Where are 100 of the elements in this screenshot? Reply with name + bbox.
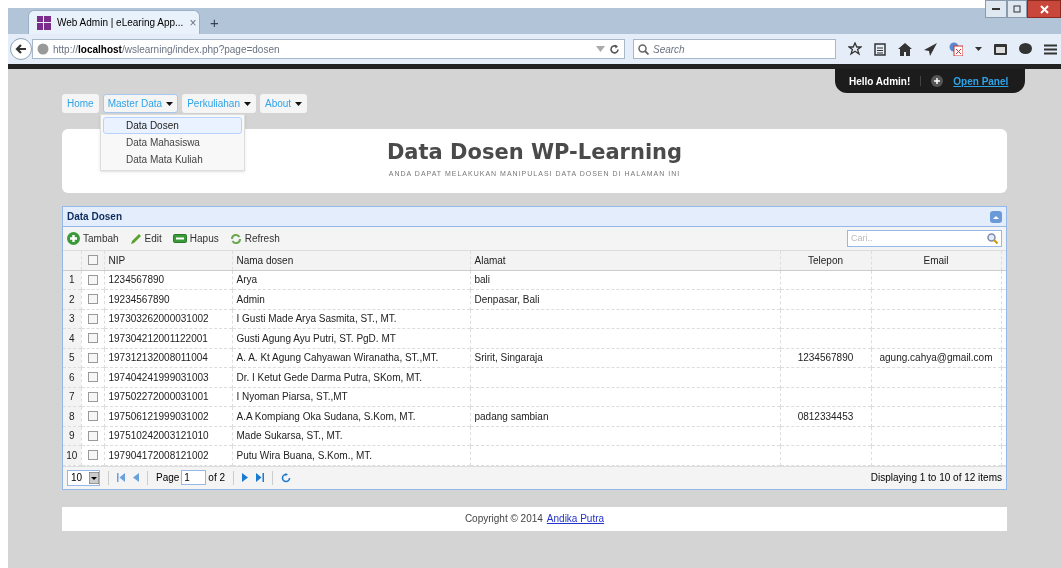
reload-icon[interactable] [609, 43, 620, 55]
table-cell: Putu Wira Buana, S.Kom., MT. [232, 445, 470, 465]
page-count: of 2 [208, 471, 226, 485]
page-label: Page [156, 471, 180, 485]
next-page-icon[interactable] [242, 473, 249, 482]
toolbar-button[interactable]: Refresh [229, 231, 280, 246]
pencil-icon [129, 232, 142, 245]
table-cell: Arya [232, 270, 470, 290]
search-field[interactable]: Search [633, 39, 836, 59]
tab-title: Web Admin | eLearing App... [57, 16, 184, 30]
clipboard-icon[interactable] [874, 42, 886, 56]
page-number-field[interactable]: 1 [181, 470, 207, 485]
row-number: 10 [63, 445, 81, 465]
author-link[interactable]: Andika Putra [546, 511, 605, 526]
table-cell: 197303262000031002 [104, 309, 232, 329]
table-cell: Denpasar, Bali [470, 289, 780, 309]
table-cell: 19234567890 [104, 289, 232, 309]
minimize-icon [992, 7, 1000, 11]
dropdown-item[interactable]: Data Mata Kuliah [103, 151, 242, 168]
row-number: 9 [63, 426, 81, 446]
table-cell: 197506121999031002 [104, 406, 232, 426]
back-arrow-icon [15, 43, 27, 55]
column-header[interactable]: Alamat [470, 251, 780, 270]
table-cell: 197904172008121002 [104, 445, 232, 465]
browser-tab[interactable]: Web Admin | eLearing App... × [28, 10, 200, 34]
dropdown-item[interactable]: Data Mahasiswa [103, 134, 242, 151]
table-cell: 1234567890 [104, 270, 232, 290]
table-cell: 197404241999031003 [104, 367, 232, 387]
back-button[interactable] [10, 38, 32, 60]
checkbox[interactable] [87, 411, 98, 422]
table-cell: Made Sukarsa, ST., MT. [232, 426, 470, 446]
table-cell: 197312132008011004 [104, 348, 232, 368]
column-header[interactable]: Nama dosen [232, 251, 470, 270]
pdf-icon[interactable] [949, 42, 963, 56]
row-number: 7 [63, 387, 81, 407]
checkbox[interactable] [87, 313, 98, 324]
page-size-select[interactable]: 10 [67, 469, 100, 486]
window-icon[interactable] [994, 43, 1007, 55]
table-cell: Dr. I Ketut Gede Darma Putra, SKom, MT. [232, 367, 470, 387]
refresh-icon [229, 232, 242, 245]
minus-icon [172, 234, 187, 243]
last-page-icon[interactable] [256, 473, 265, 482]
caret-icon [89, 471, 99, 484]
greeting-text: Hello Admin! [849, 74, 911, 89]
menu-icon[interactable] [1044, 43, 1057, 55]
table-cell: 0812334453 [780, 406, 871, 426]
checkbox[interactable] [87, 294, 98, 305]
pagination-info: Displaying 1 to 10 of 12 items [870, 471, 1002, 485]
checkbox[interactable] [87, 352, 98, 363]
caret-icon[interactable] [975, 47, 982, 51]
row-number: 5 [63, 348, 81, 368]
row-number: 8 [63, 406, 81, 426]
checkbox[interactable] [87, 255, 98, 266]
column-header[interactable]: Telepon [780, 251, 871, 270]
table-cell: Gusti Agung Ayu Putri, ST. PgD. MT [232, 328, 470, 348]
checkbox[interactable] [87, 430, 98, 441]
table-cell: Admin [232, 289, 470, 309]
table-cell: agung.cahya@gmail.com [871, 348, 1001, 368]
checkbox[interactable] [87, 372, 98, 383]
previous-page-icon[interactable] [133, 473, 139, 482]
new-tab-button[interactable]: + [210, 15, 219, 30]
first-page-icon[interactable] [117, 473, 125, 482]
dropdown-icon[interactable] [596, 46, 605, 52]
table-cell: 197502272000031001 [104, 387, 232, 407]
checkbox[interactable] [87, 333, 98, 344]
url-field[interactable]: http://localhost/wslearning/index.php?page=dosen [32, 39, 625, 59]
row-number: 4 [63, 328, 81, 348]
table-cell: I Gusti Made Arya Sasmita, ST., MT. [232, 309, 470, 329]
table-cell: I Nyoman Piarsa, ST.,MT [232, 387, 470, 407]
checkbox[interactable] [87, 274, 98, 285]
table-cell: padang sambian [470, 406, 780, 426]
table-cell: 1234567890 [780, 348, 871, 368]
toolbar-button[interactable]: Tambah [67, 231, 119, 246]
table-cell: Sririt, Singaraja [470, 348, 780, 368]
plus-icon[interactable] [931, 75, 944, 87]
reload-icon[interactable] [281, 472, 292, 483]
open-panel-link[interactable]: Open Panel [953, 73, 1009, 89]
checkbox[interactable] [87, 450, 98, 461]
table-cell: 197510242003121010 [104, 426, 232, 446]
dropdown-item[interactable]: Data Dosen [103, 117, 242, 134]
row-number: 1 [63, 270, 81, 290]
star-icon[interactable] [848, 42, 862, 56]
column-header[interactable]: Email [871, 251, 1001, 270]
checkbox[interactable] [87, 391, 98, 402]
table-cell: A. A. Kt Agung Cahyawan Wiranatha, ST.,MT. [232, 348, 470, 368]
minimize-button[interactable] [985, 0, 1007, 18]
paper-plane-icon[interactable] [924, 42, 937, 56]
row-number: 3 [63, 309, 81, 329]
search-icon [987, 233, 998, 244]
home-icon[interactable] [898, 42, 912, 56]
add-icon [67, 232, 80, 245]
tab-close-button[interactable]: × [189, 13, 197, 32]
windows-logo-icon [37, 15, 51, 30]
row-number: 6 [63, 367, 81, 387]
toolbar-button[interactable]: Edit [129, 231, 162, 246]
close-button[interactable] [1027, 0, 1061, 18]
column-header[interactable]: NIP [104, 251, 232, 270]
close-icon [1039, 4, 1049, 14]
collapse-icon[interactable] [990, 210, 1002, 223]
toolbar-button[interactable]: Hapus [172, 231, 219, 246]
